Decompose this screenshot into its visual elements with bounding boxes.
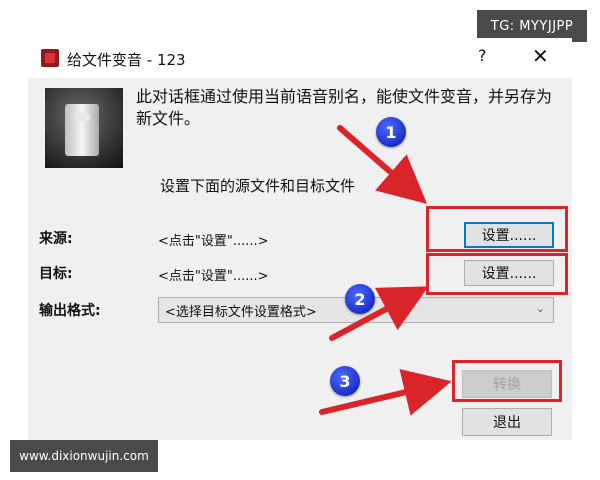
arrows-overlay — [319, 125, 452, 416]
step-badge-1: 1 — [376, 117, 406, 147]
watermark-site: www.dixionwujin.com — [10, 440, 158, 472]
step-badge-3: 3 — [330, 366, 360, 396]
step-badge-2: 2 — [345, 284, 375, 314]
